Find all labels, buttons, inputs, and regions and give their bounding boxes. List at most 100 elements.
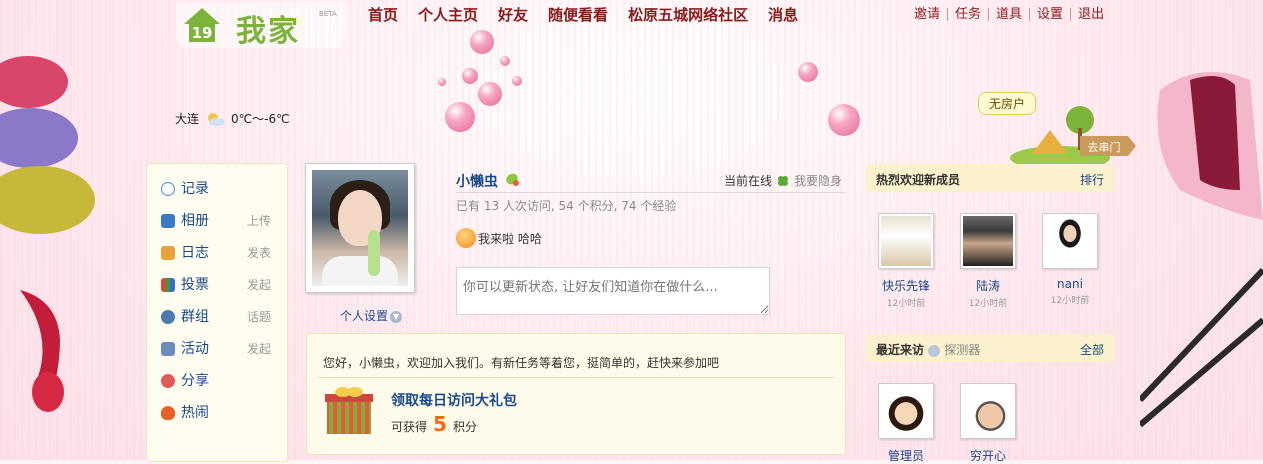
main-nav: 首页 个人主页 好友 随便看看 松原五城网络社区 消息 [368,4,818,25]
sidebar-item-blog[interactable]: 日志 发表 [147,237,287,269]
nav-friends[interactable]: 好友 [498,4,528,25]
member-name: 快乐先锋 [881,279,930,293]
member-time: 12小时前 [968,299,1008,309]
nav-explore[interactable]: 随便看看 [548,4,608,25]
gift-box-icon[interactable] [325,384,373,436]
sidebar-item-label: 分享 [181,373,209,389]
welcome-panel: 您好，小懒虫，欢迎加入我们。有新任务等着您，挺简单的，赶快来参加吧 领取每日访问… [306,333,846,455]
logo-beta-tag: BETA [319,10,337,18]
sidebar-item-label: 投票 [181,277,209,293]
avatar [1042,213,1098,269]
link-props[interactable]: 道具 [989,8,1031,21]
cloudy-icon [208,112,226,126]
view-all-link[interactable]: 全部 [1080,341,1104,358]
gift-prefix: 可获得 [391,420,428,434]
online-status: 当前在线 我要隐身 [724,172,842,189]
status-input[interactable] [456,267,770,315]
sidebar-action-upload[interactable]: 上传 [247,205,271,237]
sidebar-item-event[interactable]: 活动 发起 [147,333,287,365]
recent-visitor-item[interactable]: 穷开心 [953,383,1023,464]
sidebar: 记录 相册 上传 日志 发表 投票 发起 群组 话题 活动 发起 分享 热闹 [146,163,288,462]
logo-house-icon: 19 [184,8,220,42]
fire-icon [161,406,175,420]
chevron-down-icon: ▼ [390,310,403,323]
mood-text: 我来啦 哈哈 [478,231,542,246]
record-icon [161,182,175,196]
svg-text:去串门: 去串门 [1088,140,1121,154]
sidebar-item-label: 记录 [181,181,209,197]
personal-settings-label: 个人设置 [340,309,389,323]
profile-mood: 我来啦 哈哈 [456,228,542,248]
sidebar-item-album[interactable]: 相册 上传 [147,205,287,237]
new-members-title: 热烈欢迎新成员 [876,173,961,187]
sidebar-item-label: 活动 [181,341,209,357]
new-members-header: 热烈欢迎新成员 排行 [866,164,1114,192]
recent-visitor-item[interactable]: 管理员 [871,383,941,464]
sidebar-item-share[interactable]: 分享 [147,365,287,397]
nav-messages[interactable]: 消息 [768,4,798,25]
profile-username[interactable]: 小懒虫 [456,171,498,191]
logo-text: 我家 [236,14,300,49]
decor-bubble [470,30,494,54]
event-icon [161,342,175,356]
gift-reward: 可获得 5 积分 [391,412,477,436]
new-member-item[interactable]: 快乐先锋 12小时前 [871,213,941,309]
weather-widget: 大连 0℃～-6℃ [175,110,290,127]
nav-community[interactable]: 松原五城网络社区 [628,4,748,25]
sidebar-action-post[interactable]: 发表 [247,237,271,269]
new-member-item[interactable]: nani 12小时前 [1035,213,1105,306]
decor-bubble [512,76,522,86]
site-logo[interactable]: 19 我家 BETA [176,2,346,49]
vote-icon [161,278,175,292]
link-tasks[interactable]: 任务 [948,8,990,21]
smiley-icon [456,228,476,248]
avatar [878,383,934,439]
sidebar-item-label: 相册 [181,213,209,229]
sidebar-item-vote[interactable]: 投票 发起 [147,269,287,301]
sidebar-action-create-vote[interactable]: 发起 [247,269,271,301]
visitor-name: 穷开心 [969,449,1006,463]
sidebar-item-hot[interactable]: 热闹 [147,397,287,429]
online-label: 当前在线 [724,174,773,188]
sidebar-item-label: 群组 [181,309,209,325]
decor-bubble [500,56,510,66]
detector-link[interactable]: 探测器 [944,343,980,357]
sidebar-action-topic[interactable]: 话题 [247,301,271,333]
paint-decoration-left [0,56,95,412]
gift-unit: 积分 [452,420,477,434]
nav-profile[interactable]: 个人主页 [418,4,478,25]
ranking-link[interactable]: 排行 [1080,171,1104,188]
avatar [960,383,1016,439]
sidebar-item-record[interactable]: 记录 [147,173,287,205]
decor-bubble [438,78,446,86]
sidebar-item-group[interactable]: 群组 话题 [147,301,287,333]
sidebar-item-label: 日志 [181,245,209,261]
divider [317,377,835,378]
gift-points: 5 [433,412,447,436]
share-icon [161,374,175,388]
sidebar-action-create-event[interactable]: 发起 [247,333,271,365]
nav-home[interactable]: 首页 [368,4,398,25]
link-logout[interactable]: 退出 [1071,8,1111,21]
top-links: 邀请 任务 道具 设置 退出 [914,8,1111,21]
visit-house-icon[interactable]: 去串门 [1010,100,1140,164]
weather-city: 大连 [175,112,200,126]
visitor-name: 管理员 [887,449,924,463]
profile-stats: 已有 13 人次访问, 54 个积分, 74 个经验 [456,192,846,214]
link-settings[interactable]: 设置 [1030,8,1072,21]
avatar [878,213,934,269]
recent-visits-label: 最近来访 [876,343,925,357]
recent-visits-title: 最近来访 探测器 [876,341,980,358]
daily-gift-link[interactable]: 领取每日访问大礼包 [391,390,517,410]
recent-visits-header: 最近来访 探测器 全部 [866,334,1114,362]
avatar[interactable] [305,163,415,293]
new-member-item[interactable]: 陆涛 12小时前 [953,213,1023,309]
radar-icon [928,344,941,357]
member-time: 12小时前 [886,299,926,309]
album-icon [161,214,175,228]
personal-settings-link[interactable]: 个人设置 ▼ [340,307,403,324]
decor-bubble [828,104,860,136]
go-invisible-link[interactable]: 我要隐身 [794,172,842,189]
decor-bubble [462,68,478,84]
link-invite[interactable]: 邀请 [914,8,949,21]
